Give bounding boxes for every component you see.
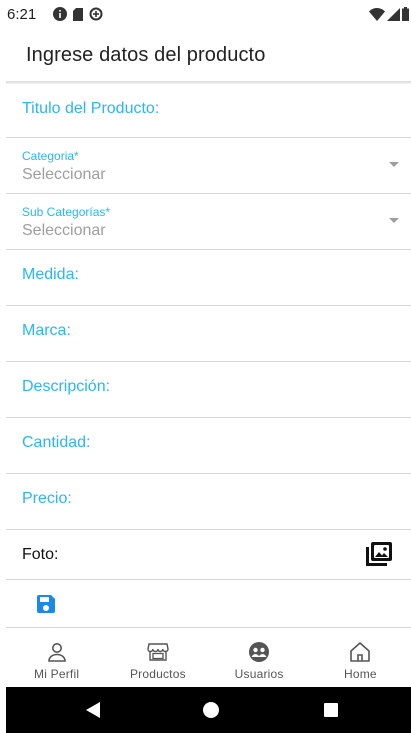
nav-item-mi-perfil[interactable]: Mi Perfil [6,631,107,687]
nav-label-mi-perfil: Mi Perfil [34,667,80,681]
price-field[interactable]: Precio: [6,474,411,530]
quantity-label: Cantidad: [22,434,91,451]
product-form: Titulo del Producto: Categoria* Seleccio… [6,84,411,628]
nav-item-usuarios[interactable]: Usuarios [209,631,310,687]
recents-icon[interactable] [324,703,338,717]
photo-row: Foto: [6,530,411,580]
status-time: 6:21 [7,6,37,23]
photo-label: Foto: [22,546,59,563]
photo-library-icon[interactable] [366,542,392,566]
home-icon [350,642,371,662]
brand-field[interactable]: Marca: [6,306,411,362]
subcategory-value: Seleccionar [22,222,106,239]
data-saver-icon [89,7,103,26]
nav-item-home[interactable]: Home [310,631,411,687]
price-label: Precio: [22,490,72,507]
cellular-signal-icon [387,7,400,26]
app-header: Ingrese datos del producto [0,30,411,82]
description-field[interactable]: Descripción: [6,362,411,418]
status-bar: 6:21 [0,0,411,30]
chevron-down-icon [389,218,399,223]
subcategory-select[interactable]: Sub Categorías* Seleccionar [6,194,411,250]
battery-icon [402,7,409,26]
home-button-icon[interactable] [203,702,219,718]
product-title-field[interactable]: Titulo del Producto: [6,84,411,138]
info-icon [53,7,67,26]
bottom-nav: Mi Perfil Productos Usuarios Home [6,631,411,687]
brand-label: Marca: [22,322,71,339]
person-icon [47,643,66,662]
system-nav-bar [6,687,411,733]
subcategory-label: Sub Categorías* [22,205,111,219]
nav-label-usuarios: Usuarios [234,667,284,681]
status-icons-left [53,7,103,26]
sim-card-icon [73,7,83,26]
chevron-down-icon [389,162,399,167]
quantity-field[interactable]: Cantidad: [6,418,411,474]
nav-item-productos[interactable]: Productos [107,631,208,687]
measure-label: Medida: [22,266,79,283]
back-icon[interactable] [86,702,100,723]
users-icon [249,642,270,662]
save-icon[interactable] [34,592,58,616]
category-label: Categoria* [22,149,79,163]
store-icon [147,643,169,661]
nav-label-home: Home [343,667,377,681]
category-select[interactable]: Categoria* Seleccionar [6,138,411,194]
wifi-icon [369,7,385,26]
measure-field[interactable]: Medida: [6,250,411,306]
save-row [6,580,411,628]
category-value: Seleccionar [22,166,106,183]
description-label: Descripción: [22,378,111,395]
page-title: Ingrese datos del producto [26,44,266,66]
nav-label-productos: Productos [129,667,186,681]
status-icons-right [369,7,409,26]
product-title-label: Titulo del Producto: [22,100,160,117]
